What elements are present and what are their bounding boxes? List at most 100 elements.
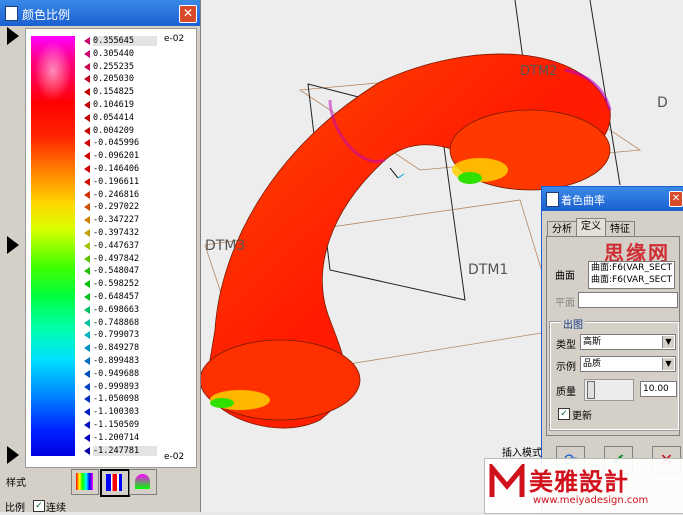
range-pointer-bottom[interactable] [7,446,19,464]
scale-marker [84,331,90,340]
datum-label-d: D [657,95,668,111]
surface-list[interactable]: 曲面:F6(VAR_SECT 曲面:F6(VAR_SECT [588,261,675,289]
scale-marker [84,369,90,378]
surface-label: 曲面 [555,271,575,282]
scale-marker [84,241,90,250]
range-pointer-middle[interactable] [7,236,19,254]
quality-input[interactable]: 10.00 [640,381,677,397]
scale-value-label: -0.999893 [93,381,140,392]
style-spectrum-button[interactable] [71,469,99,495]
scale-value-label: -1.100303 [93,407,140,418]
scale-value-label: -1.050098 [93,394,140,405]
close-button[interactable]: ✕ [179,5,197,23]
scale-marker [84,318,90,327]
scale-value-label: -0.297022 [93,202,140,213]
scale-value-label: -0.648457 [93,292,140,302]
scale-marker [84,101,90,109]
style-surface-button[interactable] [129,469,157,495]
scale-marker [84,433,90,442]
type-select-value: 高斯 [583,337,602,347]
scale-value-label: -0.849278 [93,343,140,354]
curvature-close-button[interactable]: ✕ [669,191,683,207]
scale-marker [84,139,90,148]
chevron-down-icon[interactable]: ▼ [662,358,674,370]
type-select[interactable]: 高斯 ▼ [580,334,676,350]
scale-marker [84,446,90,455]
brand-url: www.meiyadesign.com [533,495,649,506]
brand-text: 美雅設計 [529,468,629,496]
output-header: 出图 [561,316,585,331]
curvature-titlebar[interactable]: 着色曲率 [542,187,683,211]
scale-marker [84,267,90,276]
scale-value-label: -1.200714 [93,432,140,443]
curvature-title: 着色曲率 [561,194,605,207]
scale-value-label: -0.598252 [93,279,140,290]
scale-value-label: 0.054414 [93,112,134,123]
scale-marker [84,305,90,314]
scale-value-label: -1.247781 [93,445,157,456]
scale-value-label: 0.355645 [93,36,157,46]
scale-value-label: -0.146406 [93,164,140,174]
scale-marker [84,37,90,45]
color-scale-titlebar[interactable]: 颜色比例 ✕ [0,0,200,26]
quality-slider-thumb[interactable] [587,381,595,399]
style-bands-button[interactable] [100,469,130,497]
scale-value-label: -0.899483 [93,356,140,366]
quality-slider[interactable] [584,379,634,401]
scale-value-label: -0.045996 [93,138,140,149]
scale-value-label: 0.255235 [93,61,134,72]
scale-value-label: -0.799073 [93,330,140,341]
scale-value-label: -0.548047 [93,266,140,277]
scale-marker [84,152,90,161]
insert-mode-label: 插入模式 [502,448,542,459]
scale-value-label: -0.497842 [93,253,140,264]
scale-marker [84,75,90,84]
display-label: 示例 [556,362,576,373]
scale-marker [84,254,90,263]
scale-value-label: 0.104619 [93,100,134,110]
quality-label: 质量 [556,387,576,398]
plane-label: 平面 [555,298,575,309]
datum-label-dtm3: DTM3 [205,238,246,254]
scale-value-label: 0.004209 [93,125,134,136]
watermark-ornament [31,36,75,106]
surface-list-item[interactable]: 曲面:F6(VAR_SECT [591,274,674,286]
surface-list-item[interactable]: 曲面:F6(VAR_SECT [591,262,674,274]
continuous-checkbox[interactable]: ✓ [33,500,45,512]
scale-marker [84,395,90,404]
scale-marker [84,62,90,71]
style-label: 样式 [6,478,26,489]
window-icon [546,192,559,207]
scale-value-label: -0.096201 [93,151,140,162]
datum-label-dtm2: DTM2 [520,64,558,79]
scale-value-label: 0.154825 [93,87,134,98]
display-select[interactable]: 品质 ▼ [580,356,676,372]
type-label: 类型 [556,340,576,351]
chevron-down-icon[interactable]: ▼ [662,336,674,348]
scale-marker [84,408,90,417]
scale-value-label: -0.347227 [93,215,140,226]
update-label: 更新 [572,411,592,422]
brand-logo-icon [489,464,525,497]
scale-marker [84,421,90,429]
color-scale-window: 颜色比例 ✕ 0.355645 0.305440 0.255235 0.205030 0… [0,0,201,514]
tab-feature[interactable]: 特征 [605,221,635,237]
update-checkbox[interactable]: ✓ [558,408,570,420]
range-pointer-top[interactable] [7,27,19,45]
tab-analysis[interactable]: 分析 [547,221,577,237]
scale-marker [84,344,90,353]
scale-marker [84,229,90,237]
scale-value-label: -0.397432 [93,228,140,238]
color-scale-title: 颜色比例 [22,8,71,22]
exponent-top: e-02 [164,34,185,44]
scale-value-label: -1.150509 [93,420,140,430]
scale-value-label: -0.748868 [93,317,140,328]
scale-marker [84,280,90,289]
tab-definition[interactable]: 定义 [576,218,606,237]
plane-field[interactable] [578,292,678,308]
scale-marker [84,177,90,186]
window-icon [5,6,18,21]
scale-marker [84,165,90,173]
exponent-bottom: e-02 [164,452,185,462]
datum-label-dtm1: DTM1 [468,262,509,278]
